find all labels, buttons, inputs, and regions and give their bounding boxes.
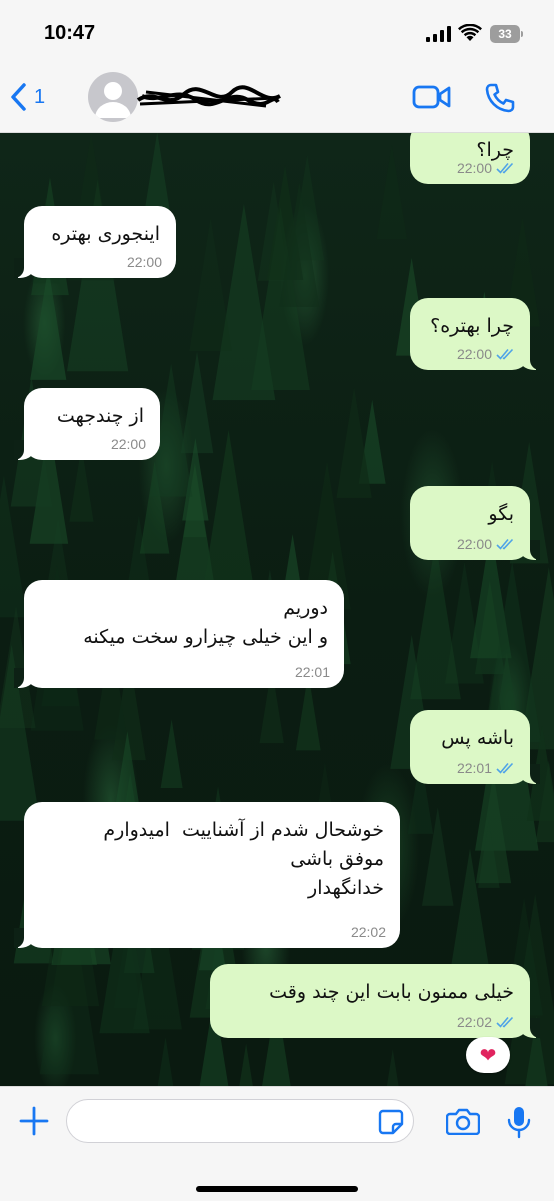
chevron-left-icon bbox=[11, 83, 26, 111]
heart-reaction-icon[interactable]: ❤ bbox=[466, 1037, 510, 1073]
double-check-icon bbox=[496, 762, 514, 774]
incoming-message[interactable]: از چندجهت 22:00 bbox=[14, 388, 160, 460]
message-meta: 22:01 bbox=[457, 760, 516, 776]
tree-shape bbox=[157, 1037, 174, 1086]
tree-shape bbox=[200, 430, 257, 605]
message-time: 22:02 bbox=[350, 924, 386, 940]
message-text: دوریم و این خیلی چیزارو سخت میکنه bbox=[83, 597, 328, 648]
message-meta: 22:00 bbox=[457, 160, 516, 176]
message-time: 22:00 bbox=[126, 254, 162, 270]
message-time: 22:01 bbox=[456, 760, 492, 776]
message-text: از چندجهت bbox=[56, 405, 144, 427]
message-text: چرا بهتره؟ bbox=[430, 315, 514, 337]
outgoing-message[interactable]: چرا بهتره؟ 22:00 bbox=[410, 298, 540, 370]
message-meta: 22:00 bbox=[111, 436, 146, 452]
incoming-message[interactable]: دوریم و این خیلی چیزارو سخت میکنه 22:01 bbox=[14, 580, 344, 688]
message-text: باشه پس bbox=[441, 727, 514, 749]
home-indicator bbox=[196, 1186, 358, 1192]
message-text: خوشحال شدم از آشناییت امیدوارم موفق باشی… bbox=[103, 819, 384, 899]
camera-icon[interactable] bbox=[446, 1107, 480, 1135]
message-text: بگو bbox=[488, 503, 514, 525]
battery-indicator: 33 bbox=[490, 25, 520, 43]
tree-shape bbox=[239, 1043, 253, 1086]
redaction-scribble bbox=[136, 85, 281, 108]
double-check-icon bbox=[496, 538, 514, 550]
message-composer bbox=[0, 1086, 554, 1201]
microphone-icon[interactable] bbox=[506, 1105, 532, 1139]
tree-shape bbox=[189, 218, 232, 352]
message-meta: 22:01 bbox=[295, 664, 330, 680]
message-time: 22:00 bbox=[110, 436, 146, 452]
message-meta: 22:00 bbox=[457, 536, 516, 552]
plus-icon[interactable] bbox=[18, 1105, 50, 1137]
status-bar: 10:47 33 bbox=[0, 0, 554, 62]
avatar[interactable] bbox=[88, 72, 138, 122]
outgoing-message[interactable]: باشه پس 22:01 bbox=[410, 710, 540, 784]
message-meta: 22:02 bbox=[457, 1014, 516, 1030]
message-input[interactable] bbox=[66, 1099, 414, 1143]
battery-tip-icon bbox=[521, 31, 523, 37]
outgoing-message[interactable]: بگو 22:00 bbox=[410, 486, 540, 560]
cellular-signal-icon bbox=[426, 26, 451, 42]
message-text: خیلی ممنون بابت این چند وقت bbox=[269, 981, 514, 1003]
chat-header: 1 bbox=[0, 62, 554, 133]
message-text: اینجوری بهتره bbox=[51, 223, 160, 245]
tree-shape bbox=[180, 351, 214, 454]
phone-call-icon[interactable] bbox=[484, 82, 516, 114]
status-time: 10:47 bbox=[44, 22, 96, 44]
back-button[interactable]: 1 bbox=[10, 82, 45, 112]
message-meta: 22:00 bbox=[127, 254, 162, 270]
message-time: 22:00 bbox=[456, 346, 492, 362]
tree-shape bbox=[160, 719, 183, 789]
message-time: 22:02 bbox=[456, 1014, 492, 1030]
wifi-icon bbox=[458, 24, 482, 41]
incoming-message[interactable]: اینجوری بهتره 22:00 bbox=[14, 206, 176, 278]
message-meta: 22:02 bbox=[351, 924, 386, 940]
outgoing-message[interactable]: خیلی ممنون بابت این چند وقت 22:02 bbox=[210, 964, 540, 1038]
outgoing-message[interactable]: چرا؟ 22:00 bbox=[410, 132, 530, 184]
message-time: 22:01 bbox=[294, 664, 330, 680]
tree-shape bbox=[410, 541, 461, 700]
double-check-icon bbox=[496, 348, 514, 360]
double-check-icon bbox=[496, 1016, 514, 1028]
message-meta: 22:00 bbox=[457, 346, 516, 362]
message-time: 22:00 bbox=[456, 160, 492, 176]
unread-count: 1 bbox=[34, 85, 46, 108]
video-call-icon[interactable] bbox=[412, 84, 452, 110]
double-check-icon bbox=[496, 162, 514, 174]
tree-shape bbox=[376, 144, 407, 240]
sticker-icon[interactable] bbox=[378, 1109, 404, 1135]
message-time: 22:00 bbox=[456, 536, 492, 552]
person-icon bbox=[95, 82, 131, 118]
chat-area[interactable]: چرا؟ 22:00 اینجوری بهتره 22:00 چرا بهتره؟ 22:… bbox=[0, 132, 554, 1086]
tree-shape bbox=[386, 1049, 399, 1086]
incoming-message[interactable]: خوشحال شدم از آشناییت امیدوارم موفق باشی… bbox=[14, 802, 400, 948]
